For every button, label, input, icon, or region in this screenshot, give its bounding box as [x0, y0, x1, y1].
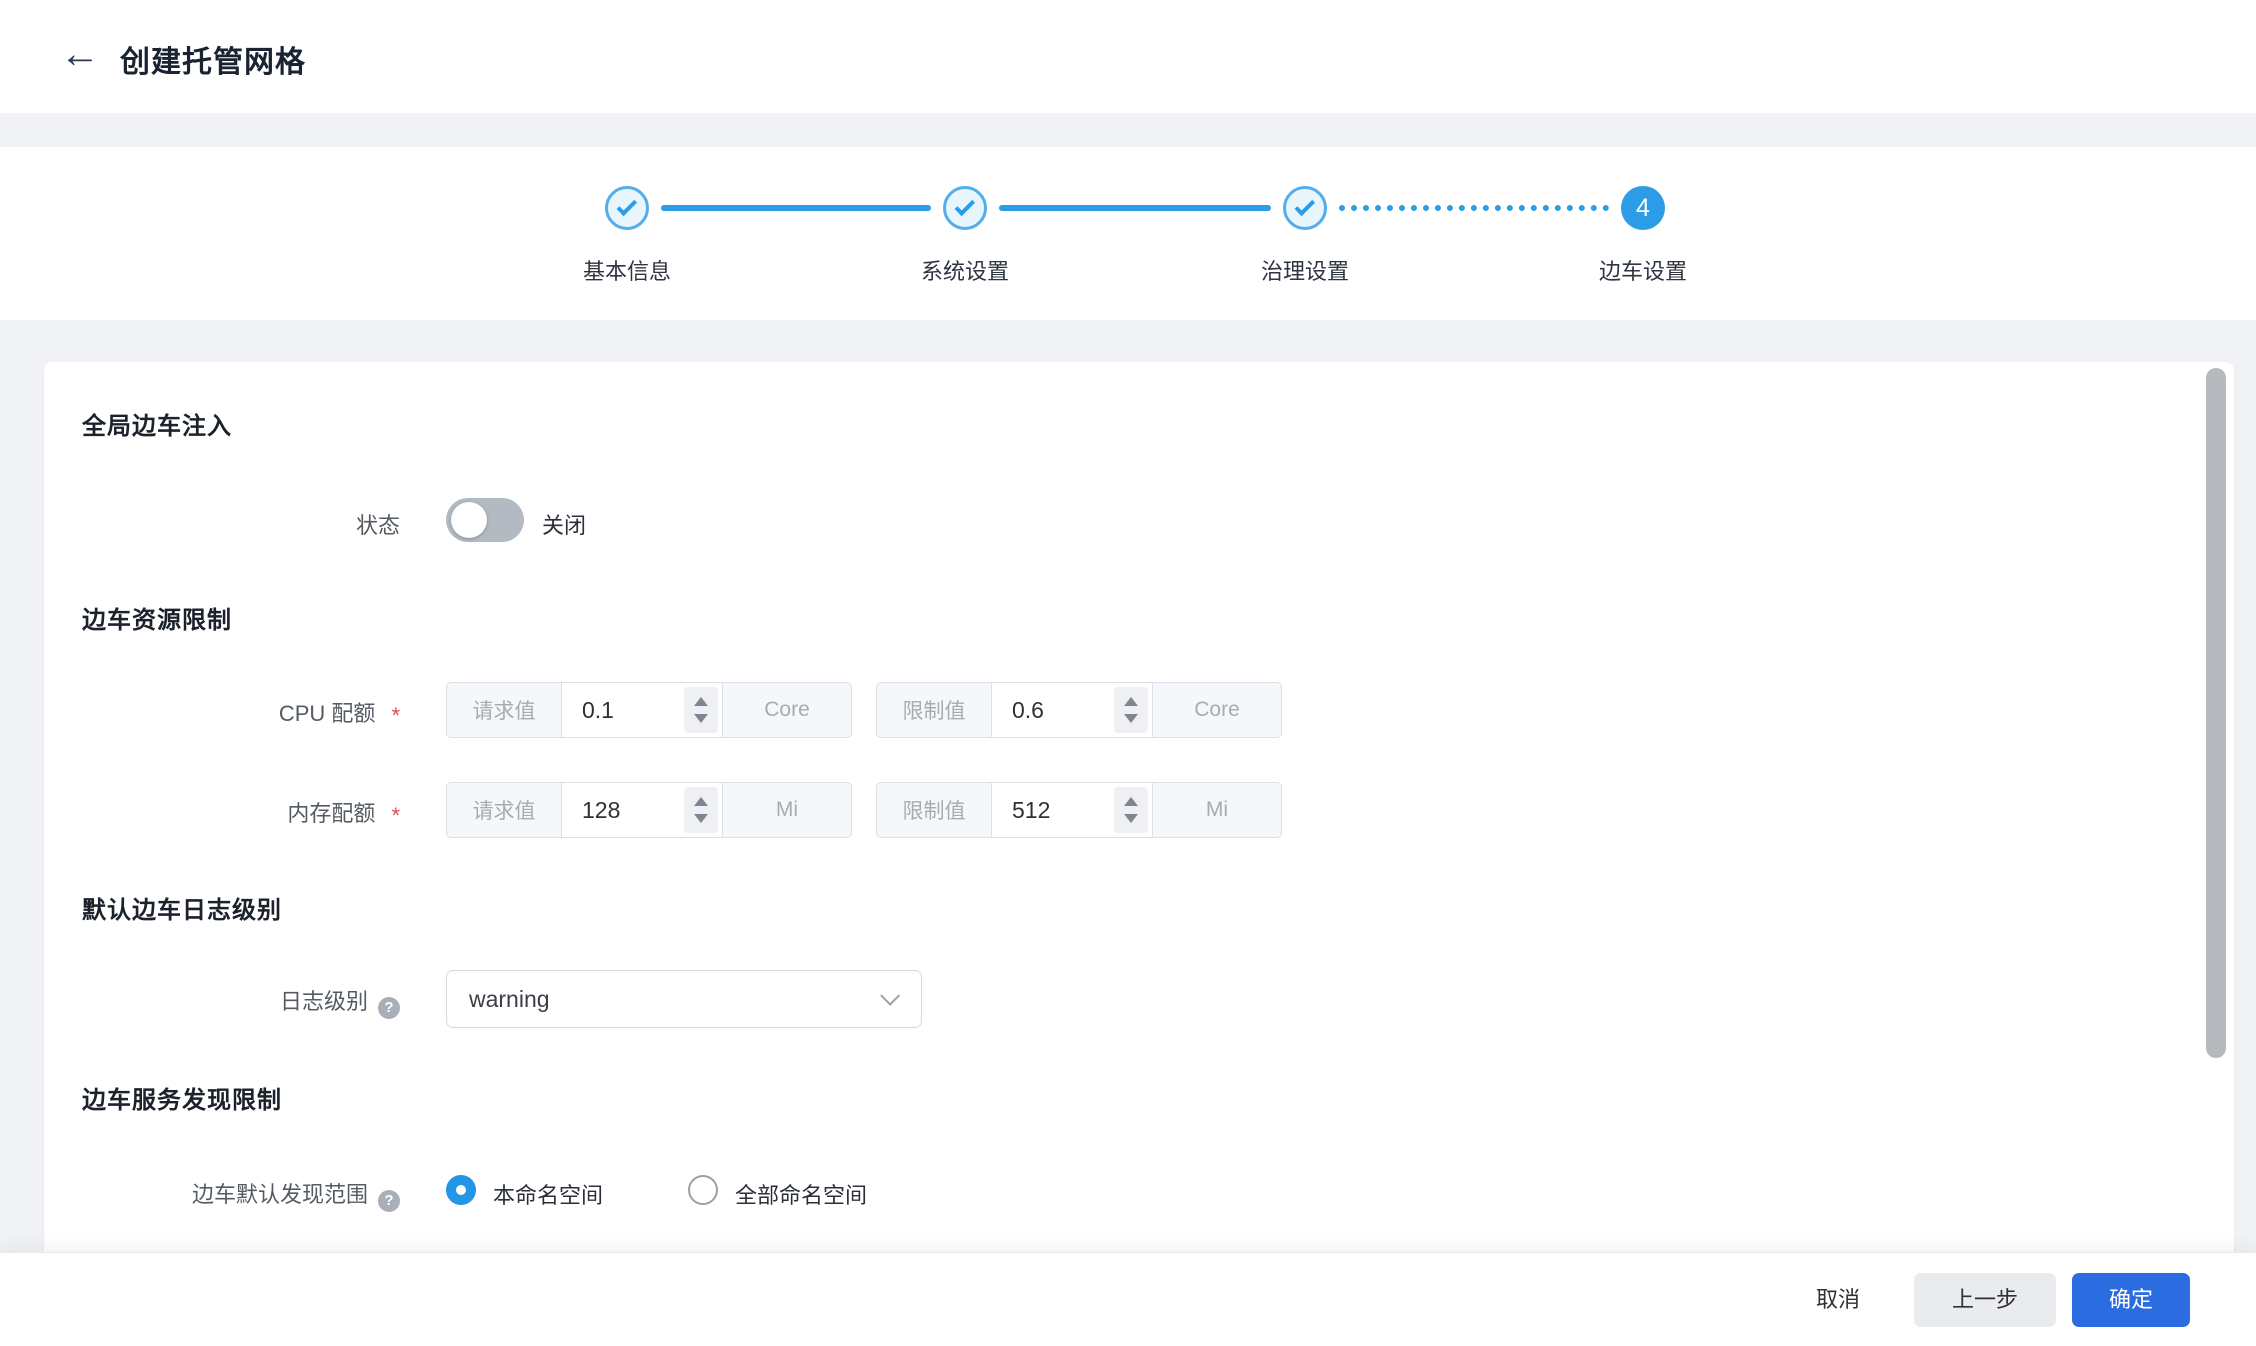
- discovery-scope-label: 边车默认发现范围?: [44, 1177, 400, 1212]
- card-scrollbar-thumb[interactable]: [2206, 368, 2226, 1058]
- page-header: ← 创建托管网格: [0, 0, 2256, 113]
- wizard-stepper: 4 基本信息 系统设置 治理设置 边车设置: [0, 147, 2256, 320]
- radio-current-namespace-label[interactable]: 本命名空间: [493, 1178, 603, 1210]
- sidecar-settings-card: 全局边车注入 状态 关闭 边车资源限制 CPU 配额 * 请求值 Core 限制值: [44, 362, 2234, 1252]
- cpu-request-input[interactable]: [562, 683, 667, 737]
- increment-icon[interactable]: [694, 797, 708, 806]
- cpu-request-stepper[interactable]: [684, 687, 718, 733]
- page-title: 创建托管网格: [120, 37, 306, 81]
- decrement-icon[interactable]: [694, 814, 708, 823]
- check-icon: [616, 196, 637, 217]
- previous-step-button[interactable]: 上一步: [1914, 1273, 2056, 1327]
- cpu-request-input-group: 请求值 Core: [446, 682, 852, 738]
- decrement-icon[interactable]: [1124, 714, 1138, 723]
- toggle-knob: [451, 502, 487, 538]
- step-1-circle[interactable]: [605, 186, 649, 230]
- log-level-label-text: 日志级别: [280, 989, 368, 1014]
- status-label: 状态: [44, 508, 400, 540]
- decrement-icon[interactable]: [1124, 814, 1138, 823]
- memory-request-unit: Mi: [722, 783, 851, 837]
- section-heading-discovery: 边车服务发现限制: [82, 1080, 282, 1115]
- memory-limit-input-group: 限制值 Mi: [876, 782, 1282, 838]
- radio-all-namespaces[interactable]: [688, 1175, 718, 1205]
- check-icon: [1294, 196, 1315, 217]
- cpu-quota-label-text: CPU 配额: [279, 701, 376, 726]
- memory-quota-label: 内存配额 *: [44, 796, 400, 828]
- required-asterisk: *: [391, 703, 400, 728]
- confirm-button[interactable]: 确定: [2072, 1273, 2190, 1327]
- radio-all-namespaces-label[interactable]: 全部命名空间: [735, 1178, 867, 1210]
- step-connector-dotted: [1339, 205, 1609, 211]
- back-arrow-icon[interactable]: ←: [56, 28, 104, 80]
- help-icon[interactable]: ?: [378, 1190, 400, 1212]
- step-1-label: 基本信息: [527, 254, 727, 286]
- step-2-label: 系统设置: [865, 254, 1065, 286]
- increment-icon[interactable]: [1124, 797, 1138, 806]
- action-footer: 取消 上一步 确定: [0, 1252, 2256, 1346]
- log-level-label: 日志级别?: [44, 984, 400, 1019]
- log-level-value: warning: [469, 986, 550, 1013]
- memory-request-stepper[interactable]: [684, 787, 718, 833]
- help-icon[interactable]: ?: [378, 997, 400, 1019]
- increment-icon[interactable]: [1124, 697, 1138, 706]
- memory-limit-stepper[interactable]: [1114, 787, 1148, 833]
- step-2-circle[interactable]: [943, 186, 987, 230]
- cpu-request-prefix: 请求值: [447, 683, 562, 737]
- section-heading-log-level: 默认边车日志级别: [82, 890, 282, 925]
- cpu-quota-label: CPU 配额 *: [44, 696, 400, 728]
- chevron-down-icon: [880, 986, 900, 1006]
- decrement-icon[interactable]: [694, 714, 708, 723]
- status-value: 关闭: [542, 508, 586, 540]
- required-asterisk: *: [391, 803, 400, 828]
- cpu-limit-unit: Core: [1152, 683, 1281, 737]
- cpu-request-unit: Core: [722, 683, 851, 737]
- step-connector: [999, 205, 1271, 211]
- step-connector: [661, 205, 931, 211]
- memory-limit-unit: Mi: [1152, 783, 1281, 837]
- memory-limit-input[interactable]: [992, 783, 1097, 837]
- log-level-select[interactable]: warning: [446, 970, 922, 1028]
- cancel-button[interactable]: 取消: [1796, 1273, 1880, 1327]
- discovery-scope-label-text: 边车默认发现范围: [192, 1182, 368, 1207]
- step-3-circle[interactable]: [1283, 186, 1327, 230]
- check-icon: [954, 196, 975, 217]
- memory-limit-prefix: 限制值: [877, 783, 992, 837]
- memory-request-prefix: 请求值: [447, 783, 562, 837]
- step-3-label: 治理设置: [1205, 254, 1405, 286]
- memory-quota-label-text: 内存配额: [287, 801, 375, 826]
- step-number: 4: [1636, 194, 1650, 223]
- increment-icon[interactable]: [694, 697, 708, 706]
- section-heading-resource-limits: 边车资源限制: [82, 600, 232, 635]
- status-toggle[interactable]: [446, 498, 524, 542]
- step-4-label: 边车设置: [1543, 254, 1743, 286]
- cpu-limit-prefix: 限制值: [877, 683, 992, 737]
- section-heading-global-injection: 全局边车注入: [82, 406, 232, 441]
- cpu-limit-stepper[interactable]: [1114, 687, 1148, 733]
- memory-request-input-group: 请求值 Mi: [446, 782, 852, 838]
- memory-request-input[interactable]: [562, 783, 667, 837]
- cpu-limit-input[interactable]: [992, 683, 1097, 737]
- step-4-circle[interactable]: 4: [1621, 186, 1665, 230]
- radio-current-namespace[interactable]: [446, 1175, 476, 1205]
- cpu-limit-input-group: 限制值 Core: [876, 682, 1282, 738]
